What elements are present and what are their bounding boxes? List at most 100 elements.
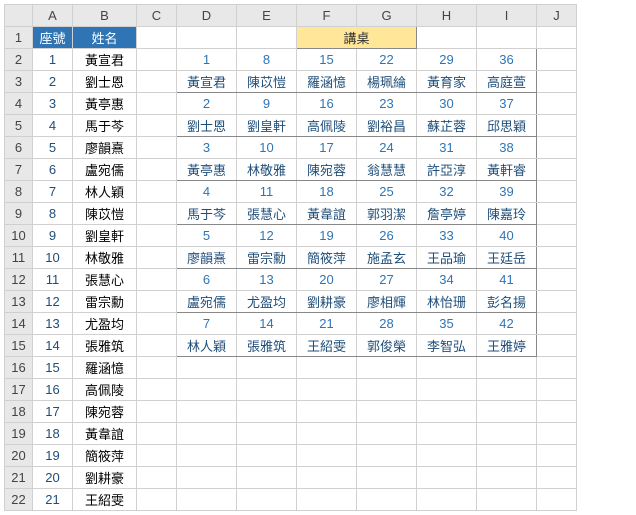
row-header-15[interactable]: 15 (5, 335, 33, 357)
cell[interactable] (137, 357, 177, 379)
row-header-6[interactable]: 6 (5, 137, 33, 159)
row-header-11[interactable]: 11 (5, 247, 33, 269)
col-header-J[interactable]: J (537, 5, 577, 27)
cell[interactable] (417, 379, 477, 401)
cell[interactable] (537, 203, 577, 225)
cell[interactable] (137, 115, 177, 137)
col-header-H[interactable]: H (417, 5, 477, 27)
cell[interactable] (137, 49, 177, 71)
cell[interactable] (137, 247, 177, 269)
cell[interactable] (137, 379, 177, 401)
cell[interactable] (537, 379, 577, 401)
cell[interactable] (177, 445, 237, 467)
cell[interactable] (537, 313, 577, 335)
cell[interactable] (137, 137, 177, 159)
cell[interactable] (537, 357, 577, 379)
cell[interactable] (297, 445, 357, 467)
row-header-7[interactable]: 7 (5, 159, 33, 181)
cell[interactable] (237, 445, 297, 467)
row-header-5[interactable]: 5 (5, 115, 33, 137)
cell[interactable] (237, 489, 297, 511)
cell[interactable] (537, 93, 577, 115)
cell[interactable] (537, 423, 577, 445)
cell[interactable] (477, 401, 537, 423)
cell[interactable] (137, 27, 177, 49)
cell[interactable] (537, 137, 577, 159)
col-header-I[interactable]: I (477, 5, 537, 27)
cell[interactable] (537, 269, 577, 291)
row-header-21[interactable]: 21 (5, 467, 33, 489)
cell[interactable] (237, 357, 297, 379)
col-header-F[interactable]: F (297, 5, 357, 27)
cell[interactable] (177, 401, 237, 423)
cell[interactable] (137, 335, 177, 357)
cell[interactable] (537, 71, 577, 93)
col-header-B[interactable]: B (73, 5, 137, 27)
cell[interactable] (537, 49, 577, 71)
cell[interactable] (137, 467, 177, 489)
cell[interactable] (477, 27, 537, 49)
cell[interactable] (537, 225, 577, 247)
row-header-1[interactable]: 1 (5, 27, 33, 49)
cell[interactable] (137, 93, 177, 115)
cell[interactable] (137, 291, 177, 313)
cell[interactable] (137, 159, 177, 181)
cell[interactable] (137, 489, 177, 511)
cell[interactable] (537, 401, 577, 423)
cell[interactable] (477, 467, 537, 489)
cell[interactable] (417, 445, 477, 467)
row-header-16[interactable]: 16 (5, 357, 33, 379)
cell[interactable] (177, 489, 237, 511)
cell[interactable] (477, 379, 537, 401)
cell[interactable] (297, 357, 357, 379)
cell[interactable] (357, 489, 417, 511)
cell[interactable] (537, 247, 577, 269)
cell[interactable] (537, 181, 577, 203)
col-header-C[interactable]: C (137, 5, 177, 27)
cell[interactable] (477, 445, 537, 467)
cell[interactable] (417, 423, 477, 445)
cell[interactable] (477, 489, 537, 511)
col-header-D[interactable]: D (177, 5, 237, 27)
cell[interactable] (137, 269, 177, 291)
cell[interactable] (537, 489, 577, 511)
col-header-E[interactable]: E (237, 5, 297, 27)
cell[interactable] (237, 401, 297, 423)
row-header-3[interactable]: 3 (5, 71, 33, 93)
cell[interactable] (537, 467, 577, 489)
cell[interactable] (297, 489, 357, 511)
row-header-2[interactable]: 2 (5, 49, 33, 71)
cell[interactable] (177, 357, 237, 379)
cell[interactable] (297, 379, 357, 401)
cell[interactable] (237, 423, 297, 445)
row-header-19[interactable]: 19 (5, 423, 33, 445)
row-header-22[interactable]: 22 (5, 489, 33, 511)
cell[interactable] (477, 357, 537, 379)
cell[interactable] (537, 335, 577, 357)
cell[interactable] (137, 401, 177, 423)
cell[interactable] (477, 423, 537, 445)
cell[interactable] (237, 27, 297, 49)
cell[interactable] (537, 115, 577, 137)
cell[interactable] (177, 379, 237, 401)
cell[interactable] (417, 467, 477, 489)
cell[interactable] (137, 71, 177, 93)
row-header-13[interactable]: 13 (5, 291, 33, 313)
cell[interactable] (177, 423, 237, 445)
row-header-12[interactable]: 12 (5, 269, 33, 291)
cell[interactable] (297, 401, 357, 423)
cell[interactable] (237, 467, 297, 489)
cell[interactable] (237, 379, 297, 401)
col-header-G[interactable]: G (357, 5, 417, 27)
cell[interactable] (177, 27, 237, 49)
cell[interactable] (297, 467, 357, 489)
cell[interactable] (417, 489, 477, 511)
cell[interactable] (137, 181, 177, 203)
row-header-9[interactable]: 9 (5, 203, 33, 225)
cell[interactable] (357, 357, 417, 379)
cell[interactable] (417, 357, 477, 379)
cell[interactable] (357, 445, 417, 467)
cell[interactable] (357, 423, 417, 445)
cell[interactable] (137, 225, 177, 247)
cell[interactable] (537, 159, 577, 181)
